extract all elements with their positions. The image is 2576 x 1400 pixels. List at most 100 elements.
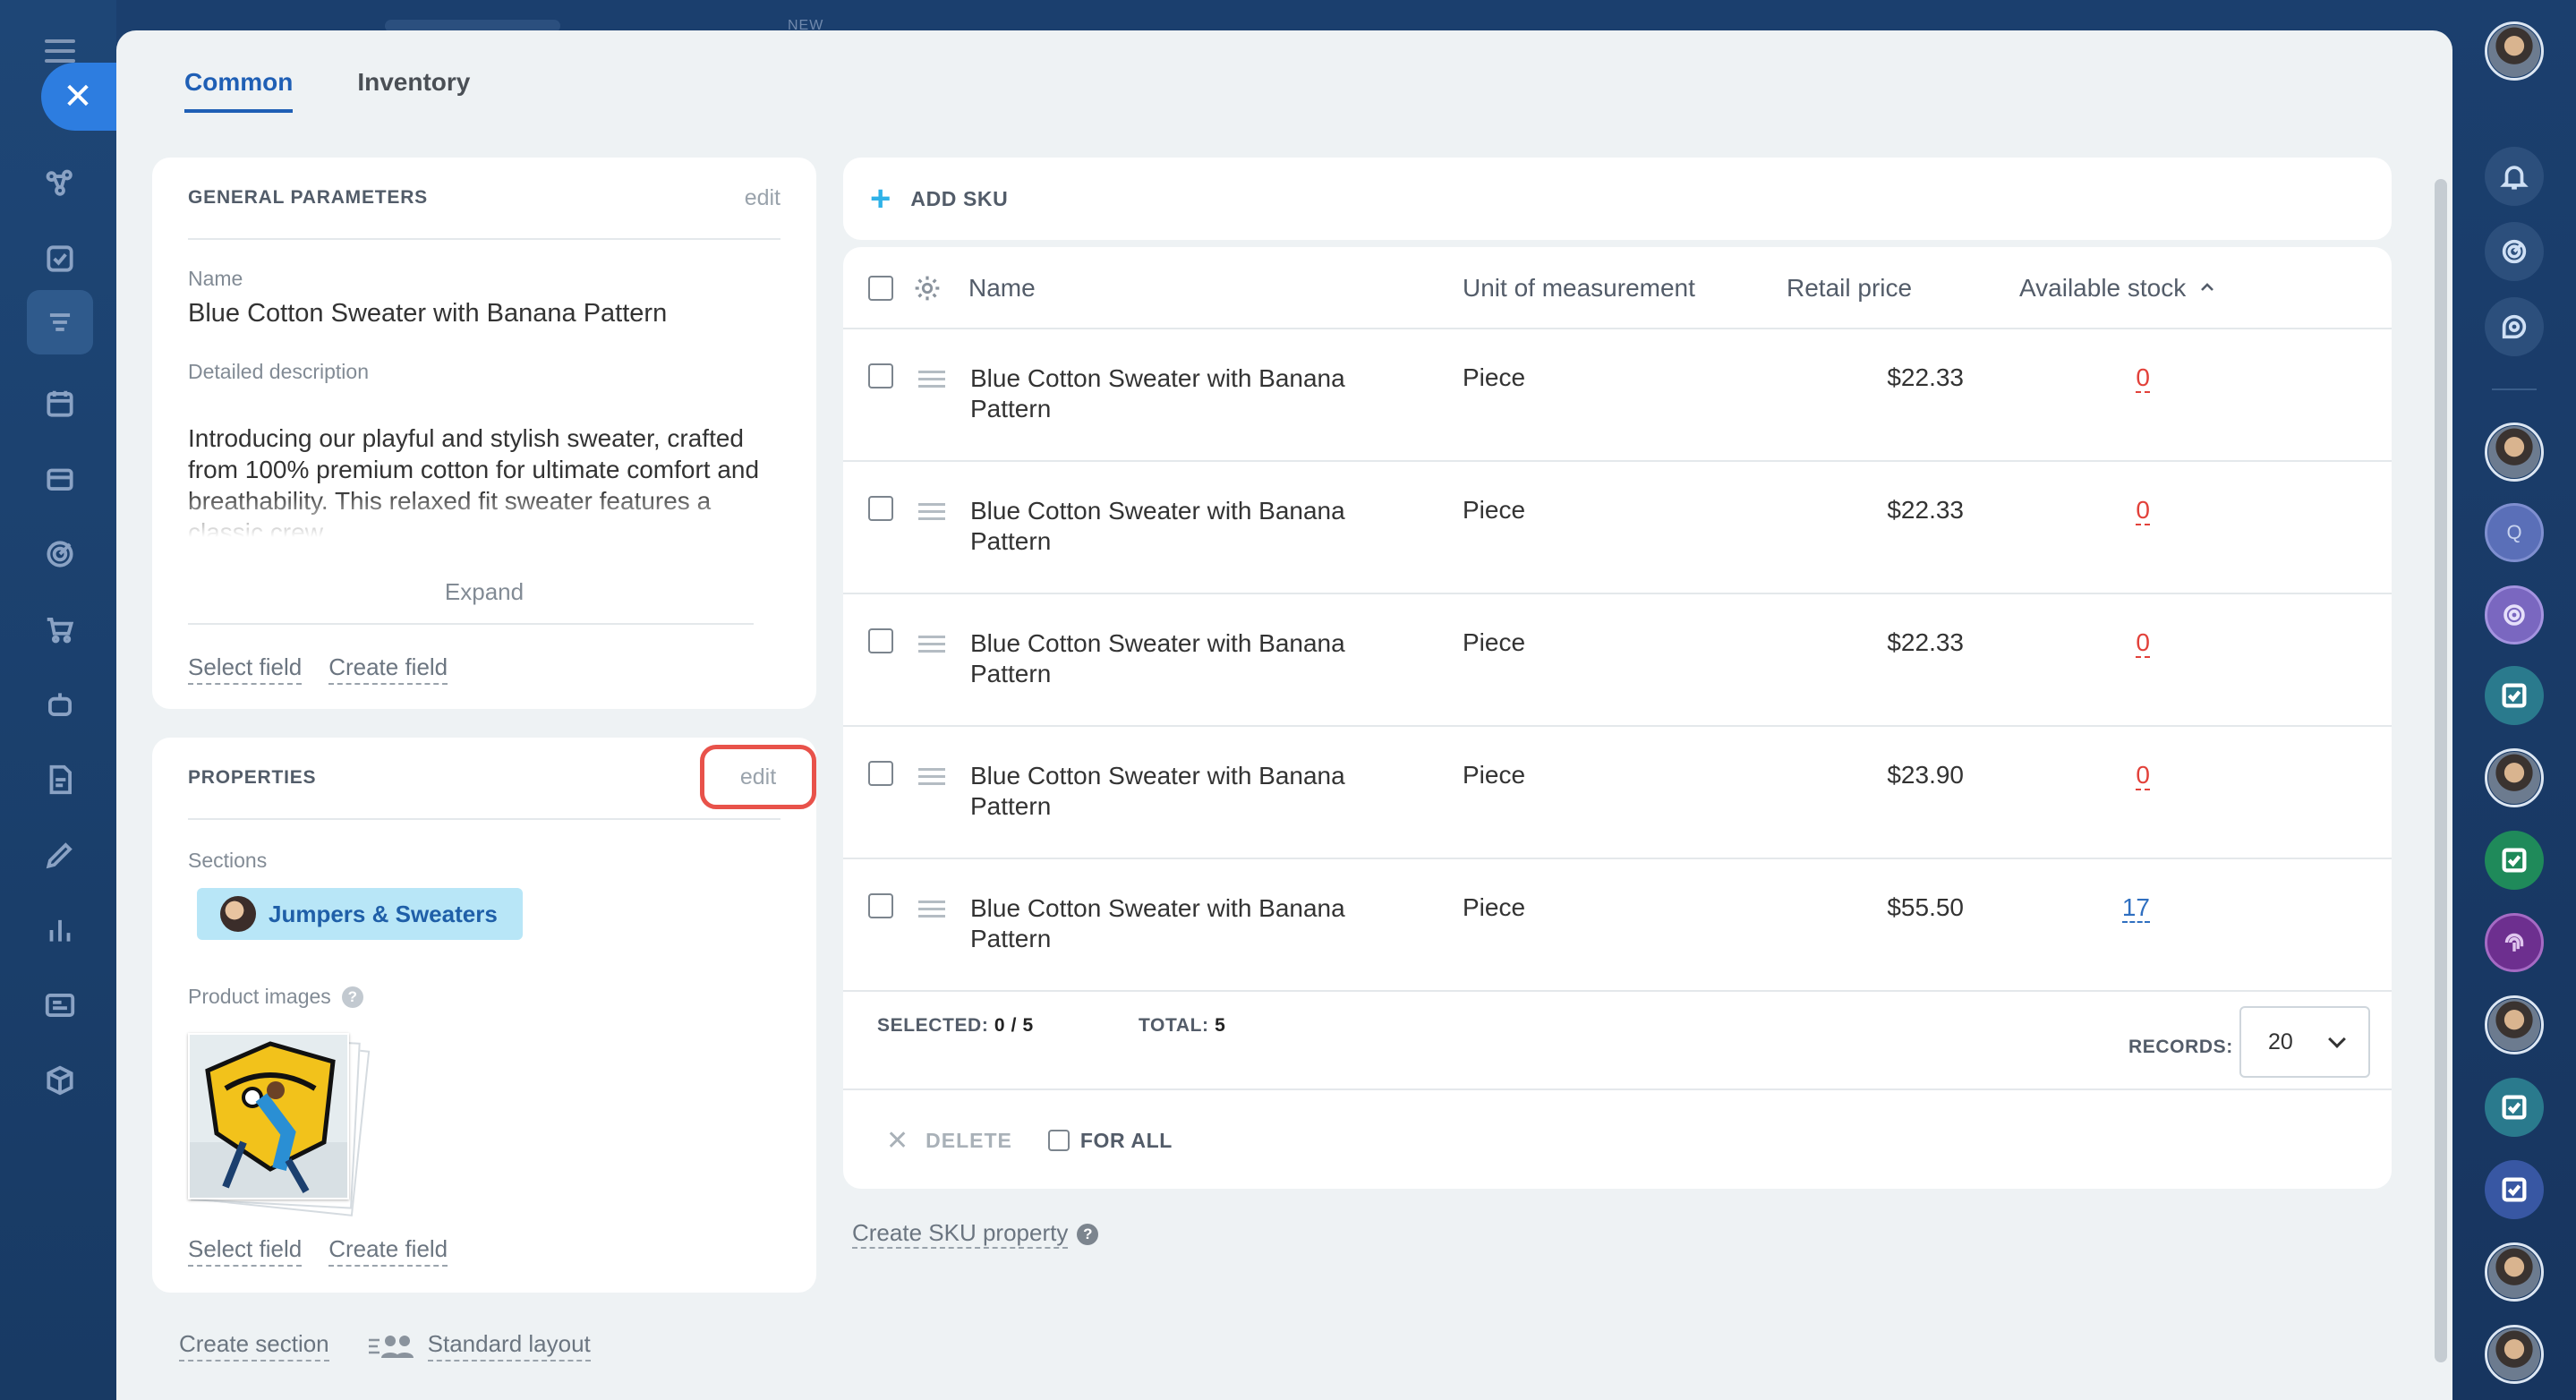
select-field-link[interactable]: Select field xyxy=(188,653,303,685)
sku-name: Blue Cotton Sweater with Banana Pattern xyxy=(970,762,1345,820)
column-header-stock[interactable]: Available stock xyxy=(2019,274,2216,303)
task-chat-icon[interactable] xyxy=(2485,666,2544,725)
analytics-icon[interactable] xyxy=(38,908,82,952)
sku-stock[interactable]: 0 xyxy=(2096,363,2150,393)
column-header-unit[interactable]: Unit of measurement xyxy=(1463,274,1695,303)
sku-stock[interactable]: 0 xyxy=(2096,628,2150,658)
properties-edit-highlight[interactable]: edit xyxy=(700,745,816,809)
sku-stock[interactable]: 17 xyxy=(2096,893,2150,923)
table-row[interactable]: Blue Cotton Sweater with Banana Pattern … xyxy=(843,594,2392,727)
sku-stock-value[interactable]: 0 xyxy=(2136,628,2150,658)
help-icon[interactable]: ? xyxy=(341,986,363,1008)
description-text[interactable]: Introducing our playful and stylish swea… xyxy=(188,423,761,537)
task-chat-icon[interactable] xyxy=(2485,1078,2544,1137)
sign-icon[interactable] xyxy=(38,832,82,877)
chat-search-icon[interactable] xyxy=(2485,297,2544,356)
drive-icon[interactable] xyxy=(38,457,82,501)
task-chat-icon[interactable] xyxy=(2485,831,2544,890)
sku-unit: Piece xyxy=(1463,496,1526,524)
docs-icon[interactable] xyxy=(38,757,82,802)
records-per-page-select[interactable]: 20 xyxy=(2239,1006,2370,1078)
for-all-toggle[interactable]: FOR ALL xyxy=(1047,1129,1173,1153)
table-row[interactable]: Blue Cotton Sweater with Banana Pattern … xyxy=(843,859,2392,992)
box-icon[interactable] xyxy=(38,1058,82,1103)
sku-stock[interactable]: 0 xyxy=(2096,496,2150,525)
crm-icon[interactable] xyxy=(38,161,82,206)
standard-layout-link[interactable]: Standard layout xyxy=(427,1330,591,1362)
menu-icon[interactable] xyxy=(45,39,75,63)
layout-users-icon xyxy=(368,1335,414,1358)
target-icon[interactable] xyxy=(38,532,82,576)
tab-common[interactable]: Common xyxy=(184,68,294,113)
add-sku-button[interactable]: ADD SKU xyxy=(910,187,1008,211)
group-chat-icon[interactable] xyxy=(2485,585,2544,645)
help-icon[interactable]: ? xyxy=(1077,1223,1099,1245)
general-edit-link[interactable]: edit xyxy=(745,185,780,211)
sku-name: Blue Cotton Sweater with Banana Pattern xyxy=(970,364,1345,423)
create-field-link[interactable]: Create field xyxy=(328,653,448,685)
create-field-link[interactable]: Create field xyxy=(328,1235,448,1267)
name-value[interactable]: Blue Cotton Sweater with Banana Pattern xyxy=(188,299,667,329)
product-image-thumbnail[interactable] xyxy=(188,1033,349,1199)
sku-stock-value[interactable]: 0 xyxy=(2136,363,2150,393)
current-user-avatar[interactable] xyxy=(2485,21,2544,81)
contact-avatar[interactable] xyxy=(2485,1242,2544,1302)
tab-inventory[interactable]: Inventory xyxy=(357,68,470,113)
fingerprint-icon[interactable] xyxy=(2485,913,2544,972)
scrollbar[interactable] xyxy=(2435,179,2447,1362)
select-all-checkbox[interactable] xyxy=(868,276,893,301)
row-checkbox[interactable] xyxy=(868,761,893,786)
calendar-icon[interactable] xyxy=(38,381,82,426)
create-section-link[interactable]: Create section xyxy=(179,1330,329,1362)
drag-handle-icon[interactable] xyxy=(918,636,945,657)
sku-price: $23.90 xyxy=(1887,761,1964,789)
drag-handle-icon[interactable] xyxy=(918,371,945,392)
row-checkbox[interactable] xyxy=(868,496,893,521)
gear-icon[interactable] xyxy=(913,274,942,303)
contact-avatar[interactable] xyxy=(2485,995,2544,1054)
tasks-icon[interactable] xyxy=(38,236,82,281)
table-row[interactable]: Blue Cotton Sweater with Banana Pattern … xyxy=(843,462,2392,594)
create-sku-property-link[interactable]: Create SKU property xyxy=(852,1219,1069,1249)
drag-handle-icon[interactable] xyxy=(918,503,945,525)
column-header-name[interactable]: Name xyxy=(968,274,1036,303)
robot-icon[interactable] xyxy=(38,682,82,727)
select-field-link[interactable]: Select field xyxy=(188,1235,303,1267)
radar-icon[interactable] xyxy=(2485,222,2544,281)
cart-icon[interactable] xyxy=(38,607,82,652)
row-checkbox[interactable] xyxy=(868,628,893,653)
standard-layout-button[interactable]: Standard layout xyxy=(367,1330,591,1362)
task-chat-icon[interactable] xyxy=(2485,1160,2544,1219)
sku-price: $55.50 xyxy=(1887,893,1964,921)
catalog-icon[interactable] xyxy=(27,290,93,354)
properties-edit-link[interactable]: edit xyxy=(740,764,776,790)
expand-link[interactable]: Expand xyxy=(152,578,816,606)
delete-button[interactable]: ✕ DELETE xyxy=(886,1125,1012,1157)
create-sku-property[interactable]: Create SKU property ? xyxy=(852,1219,1099,1249)
sites-icon[interactable] xyxy=(38,983,82,1028)
row-checkbox[interactable] xyxy=(868,893,893,918)
drag-handle-icon[interactable] xyxy=(918,768,945,790)
close-slider-button[interactable]: ✕ xyxy=(41,63,124,131)
bell-icon[interactable] xyxy=(2485,147,2544,206)
add-sku-bar[interactable]: + ADD SKU xyxy=(843,158,2392,240)
drag-handle-icon[interactable] xyxy=(918,901,945,922)
product-images-gallery[interactable] xyxy=(188,1033,371,1216)
row-checkbox[interactable] xyxy=(868,363,893,388)
grid-header: Name Unit of measurement Retail price Av… xyxy=(843,247,2392,329)
sku-stock[interactable]: 0 xyxy=(2096,761,2150,790)
section-chip[interactable]: Jumpers & Sweaters xyxy=(197,888,523,940)
for-all-checkbox[interactable] xyxy=(1047,1130,1070,1151)
contact-avatar[interactable] xyxy=(2485,423,2544,482)
table-row[interactable]: Blue Cotton Sweater with Banana Pattern … xyxy=(843,329,2392,462)
contact-avatar[interactable] xyxy=(2485,1325,2544,1384)
sku-stock-value[interactable]: 17 xyxy=(2121,893,2150,923)
column-header-price[interactable]: Retail price xyxy=(1787,274,1912,303)
sku-stock-value[interactable]: 0 xyxy=(2136,761,2150,790)
table-row[interactable]: Blue Cotton Sweater with Banana Pattern … xyxy=(843,727,2392,859)
description-label: Detailed description xyxy=(188,360,370,383)
sku-stock-value[interactable]: 0 xyxy=(2136,496,2150,525)
sku-unit: Piece xyxy=(1463,363,1526,391)
contact-avatar[interactable] xyxy=(2485,748,2544,807)
contact-avatar-q[interactable]: Q xyxy=(2485,503,2544,562)
